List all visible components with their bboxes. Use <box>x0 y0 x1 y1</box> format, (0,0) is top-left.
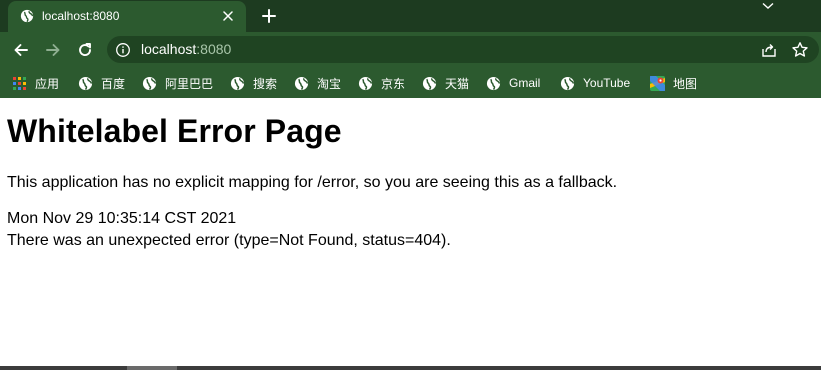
bookmark-alibaba[interactable]: 阿里巴巴 <box>142 74 213 92</box>
arrow-left-icon <box>14 44 28 56</box>
globe-icon <box>422 76 437 90</box>
chevron-down-icon <box>762 2 774 9</box>
globe-icon <box>560 76 575 90</box>
globe-icon <box>78 76 93 90</box>
reload-button[interactable] <box>73 38 97 62</box>
bookmark-label: 阿里巴巴 <box>165 76 214 91</box>
tab-strip: localhost:8080 <box>0 0 821 32</box>
apps-grid-icon <box>13 76 26 90</box>
address-bar[interactable]: localhost:8080 <box>107 36 819 63</box>
bookmark-label: 地图 <box>673 76 698 91</box>
navigation-toolbar: localhost:8080 <box>0 32 821 67</box>
error-details: There was an unexpected error (type=Not … <box>7 232 451 249</box>
globe-icon <box>486 76 501 90</box>
forward-button[interactable] <box>41 38 65 62</box>
horizontal-scrollbar[interactable] <box>0 366 821 370</box>
share-icon[interactable] <box>760 41 778 59</box>
globe-icon <box>142 76 157 90</box>
reload-icon <box>79 43 91 56</box>
globe-icon <box>358 76 373 90</box>
url-text[interactable]: localhost:8080 <box>141 41 231 57</box>
error-explanation: This application has no explicit mapping… <box>7 174 618 191</box>
bookmark-taobao[interactable]: 淘宝 <box>294 74 341 92</box>
bookmark-gmail[interactable]: Gmail <box>486 74 540 92</box>
back-button[interactable] <box>9 38 33 62</box>
bookmark-label: 天猫 <box>445 76 470 91</box>
bookmark-search[interactable]: 搜索 <box>230 74 277 92</box>
globe-icon <box>20 9 34 23</box>
bookmark-baidu[interactable]: 百度 <box>78 74 125 92</box>
bookmark-youtube[interactable]: YouTube <box>560 74 630 92</box>
bookmark-maps[interactable]: 地图 <box>650 74 697 92</box>
active-tab[interactable]: localhost:8080 <box>8 1 246 32</box>
error-timestamp: Mon Nov 29 10:35:14 CST 2021 <box>7 210 237 227</box>
bookmark-label: 应用 <box>35 76 60 91</box>
url-port: :8080 <box>196 41 232 57</box>
bookmark-label: YouTube <box>583 76 631 90</box>
bookmark-jd[interactable]: 京东 <box>358 74 405 92</box>
close-icon <box>223 11 233 21</box>
globe-icon <box>230 76 245 90</box>
bookmark-label: 淘宝 <box>317 76 342 91</box>
bookmark-tmall[interactable]: 天猫 <box>422 74 469 92</box>
tab-search-button[interactable] <box>758 0 778 12</box>
bookmark-label: 百度 <box>101 76 126 91</box>
star-icon[interactable] <box>791 41 809 59</box>
maps-icon <box>650 75 665 91</box>
info-icon[interactable] <box>115 42 131 58</box>
scrollbar-thumb[interactable] <box>127 366 177 370</box>
bookmarks-bar: 应用 百度 阿里巴巴 搜索 淘宝 京东 天猫 Gmail YouTube 地图 <box>0 67 821 98</box>
bookmark-apps[interactable]: 应用 <box>12 74 59 92</box>
plus-icon <box>262 9 276 23</box>
close-tab-button[interactable] <box>218 6 238 26</box>
arrow-right-icon <box>46 44 60 56</box>
tab-title: localhost:8080 <box>42 9 120 23</box>
bookmark-label: 京东 <box>381 76 406 91</box>
bookmark-label: 搜索 <box>253 76 278 91</box>
new-tab-button[interactable] <box>258 5 280 27</box>
page-title: Whitelabel Error Page <box>7 113 342 149</box>
bookmark-label: Gmail <box>509 76 541 90</box>
globe-icon <box>294 76 309 90</box>
url-host: localhost <box>141 41 197 57</box>
